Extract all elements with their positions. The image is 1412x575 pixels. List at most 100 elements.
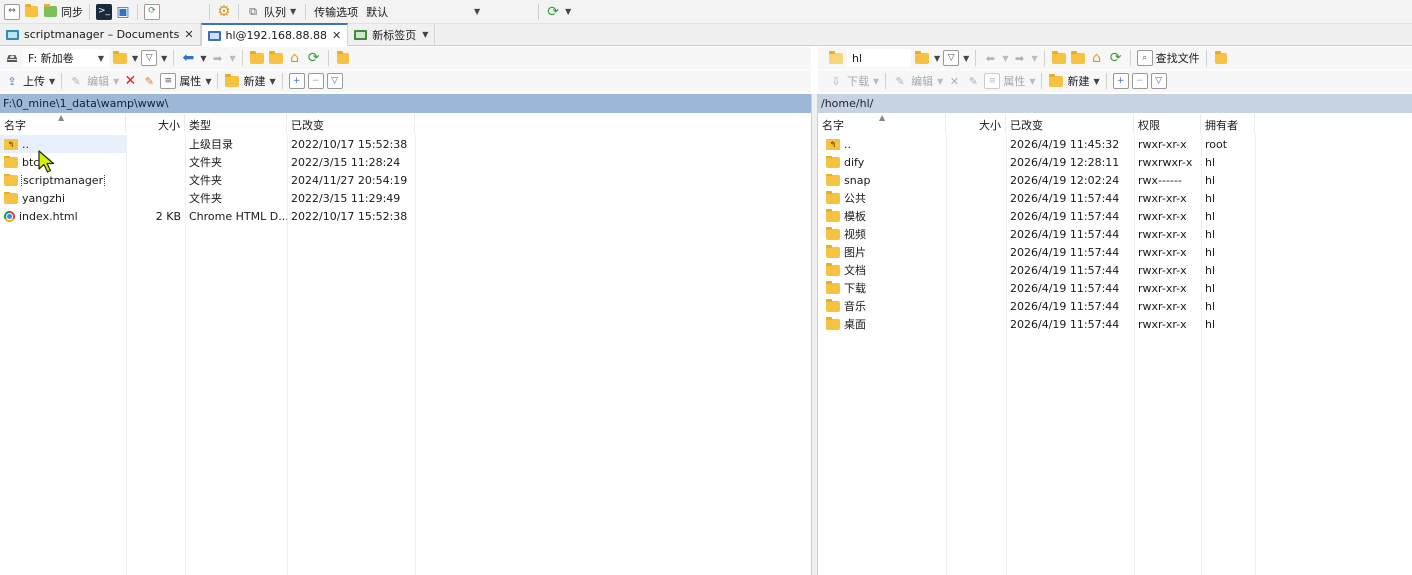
chevron-down-icon[interactable]: ▼ bbox=[200, 54, 206, 63]
chevron-down-icon[interactable]: ▼ bbox=[1093, 77, 1099, 86]
column-header-modified[interactable]: 已改变 bbox=[1006, 114, 1134, 133]
refresh-icon[interactable]: ⟳ bbox=[1108, 50, 1124, 66]
root-directory-icon[interactable] bbox=[1070, 50, 1086, 66]
queue-button[interactable]: 队列 bbox=[264, 4, 286, 20]
open-folder-icon[interactable] bbox=[914, 50, 930, 66]
putty-icon[interactable]: ▣ bbox=[115, 4, 131, 20]
upload-icon[interactable]: ⇪ bbox=[4, 73, 20, 89]
root-directory-icon[interactable] bbox=[268, 50, 284, 66]
remote-file-row[interactable]: 模板 2026/4/19 11:57:44 rwxr-xr-x hl bbox=[818, 207, 1412, 225]
remote-file-row[interactable]: 视频 2026/4/19 11:57:44 rwxr-xr-x hl bbox=[818, 225, 1412, 243]
delete-icon[interactable]: ✕ bbox=[946, 73, 962, 89]
local-path-bar[interactable]: F:\0_mine\1_data\wamp\www\ bbox=[0, 94, 811, 113]
open-folder-icon[interactable] bbox=[112, 50, 128, 66]
find-files-button[interactable]: 查找文件 bbox=[1156, 50, 1200, 66]
select-filter-icon[interactable]: ▽ bbox=[1150, 73, 1167, 89]
panel-splitter[interactable] bbox=[811, 94, 818, 575]
find-files-icon[interactable]: ⌕ bbox=[1136, 50, 1153, 66]
local-drive-select[interactable]: F: 新加卷 ▼ bbox=[23, 49, 109, 67]
local-file-row[interactable]: btc 文件夹 2022/3/15 11:28:24 bbox=[0, 153, 811, 171]
chevron-down-icon[interactable]: ▼ bbox=[934, 54, 940, 63]
chevron-down-icon[interactable]: ▼ bbox=[565, 7, 571, 16]
new-button[interactable]: 新建 bbox=[1067, 73, 1089, 89]
forward-arrow-icon[interactable]: ➡ bbox=[209, 50, 225, 66]
close-icon[interactable]: ✕ bbox=[184, 28, 193, 41]
tree-view-icon[interactable] bbox=[1213, 50, 1229, 66]
back-arrow-icon[interactable]: ⬅ bbox=[180, 50, 196, 66]
tab-hl-session[interactable]: hl@192.168.88.88 ✕ bbox=[200, 23, 349, 46]
properties-button[interactable]: 属性 bbox=[179, 73, 201, 89]
column-header-permissions[interactable]: 权限 bbox=[1134, 114, 1201, 133]
select-files-icon[interactable]: + bbox=[288, 73, 305, 89]
edit-icon[interactable]: ✎ bbox=[68, 73, 84, 89]
rename-icon[interactable]: ✎ bbox=[141, 73, 157, 89]
chevron-down-icon[interactable]: ▼ bbox=[1002, 54, 1008, 63]
column-header-size[interactable]: 大小 bbox=[126, 114, 185, 133]
local-file-row[interactable]: yangzhi 文件夹 2022/3/15 11:29:49 bbox=[0, 189, 811, 207]
upload-button[interactable]: 上传 bbox=[23, 73, 45, 89]
parent-directory-icon[interactable] bbox=[249, 50, 265, 66]
remote-file-row[interactable]: ↰ .. 2026/4/19 11:45:32 rwxr-xr-x root bbox=[818, 135, 1412, 153]
home-icon[interactable]: ⌂ bbox=[287, 50, 303, 66]
column-header-name[interactable]: ▲ 名字 bbox=[818, 113, 946, 133]
terminal-icon[interactable]: >_ bbox=[96, 3, 112, 20]
gear-icon[interactable]: ⚙ bbox=[216, 4, 232, 20]
close-icon[interactable]: ✕ bbox=[332, 29, 341, 42]
chevron-down-icon[interactable]: ▼ bbox=[963, 54, 969, 63]
download-icon[interactable]: ⇩ bbox=[828, 73, 844, 89]
column-header-type[interactable]: 类型 bbox=[185, 114, 287, 133]
local-file-row[interactable]: scriptmanager 文件夹 2024/11/27 20:54:19 bbox=[0, 171, 811, 189]
filter-icon[interactable]: ▽ bbox=[141, 50, 158, 66]
home-icon[interactable]: ⌂ bbox=[1089, 50, 1105, 66]
chevron-down-icon[interactable]: ▼ bbox=[873, 77, 879, 86]
sync-icon[interactable] bbox=[42, 4, 58, 20]
new-icon[interactable] bbox=[1048, 73, 1064, 89]
chevron-down-icon[interactable]: ▼ bbox=[422, 30, 428, 39]
back-arrow-icon[interactable]: ⬅ bbox=[982, 50, 998, 66]
remote-file-row[interactable]: dify 2026/4/19 12:28:11 rwxrwxr-x hl bbox=[818, 153, 1412, 171]
remote-file-row[interactable]: 桌面 2026/4/19 11:57:44 rwxr-xr-x hl bbox=[818, 315, 1412, 333]
unselect-files-icon[interactable]: − bbox=[307, 73, 324, 89]
chevron-down-icon[interactable]: ▼ bbox=[1029, 77, 1035, 86]
local-file-row[interactable]: index.html 2 KB Chrome HTML D... 2022/10… bbox=[0, 207, 811, 225]
remote-path-bar[interactable]: /home/hl/ bbox=[818, 94, 1412, 113]
edit-icon[interactable]: ✎ bbox=[892, 73, 908, 89]
chevron-down-icon[interactable]: ▼ bbox=[132, 54, 138, 63]
chevron-down-icon[interactable]: ▼ bbox=[161, 54, 167, 63]
queue-icon[interactable]: ⧉ bbox=[245, 4, 261, 20]
preferences-icon[interactable]: ⟳ bbox=[144, 3, 160, 20]
remote-file-row[interactable]: snap 2026/4/19 12:02:24 rwx------ hl bbox=[818, 171, 1412, 189]
chevron-down-icon[interactable]: ▼ bbox=[205, 77, 211, 86]
column-header-name[interactable]: ▲ 名字 bbox=[0, 113, 126, 133]
chevron-down-icon[interactable]: ▼ bbox=[49, 77, 55, 86]
remote-directory-select[interactable]: hl bbox=[847, 49, 911, 67]
select-filter-icon[interactable]: ▽ bbox=[326, 73, 343, 89]
filter-icon[interactable]: ▽ bbox=[943, 50, 960, 66]
parent-directory-icon[interactable] bbox=[1051, 50, 1067, 66]
compare-directories-icon[interactable]: ⇔ bbox=[4, 3, 20, 20]
local-file-row[interactable]: ↰ .. bbox=[0, 135, 126, 153]
new-button[interactable]: 新建 bbox=[243, 73, 265, 89]
tree-view-icon[interactable] bbox=[335, 50, 351, 66]
properties-button[interactable]: 属性 bbox=[1003, 73, 1025, 89]
sync-button[interactable]: 同步 bbox=[61, 4, 83, 20]
synchronize-browsing-icon[interactable] bbox=[23, 4, 39, 20]
rename-icon[interactable]: ✎ bbox=[965, 73, 981, 89]
remote-file-row[interactable]: 文档 2026/4/19 11:57:44 rwxr-xr-x hl bbox=[818, 261, 1412, 279]
chevron-down-icon[interactable]: ▼ bbox=[269, 77, 275, 86]
select-files-icon[interactable]: + bbox=[1112, 73, 1129, 89]
chevron-down-icon[interactable]: ▼ bbox=[937, 77, 943, 86]
chevron-down-icon[interactable]: ▼ bbox=[290, 7, 296, 16]
column-header-modified[interactable]: 已改变 bbox=[287, 114, 415, 133]
forward-arrow-icon[interactable]: ➡ bbox=[1011, 50, 1027, 66]
tab-scriptmanager[interactable]: scriptmanager – Documents ✕ bbox=[0, 23, 201, 46]
remote-file-row[interactable]: 音乐 2026/4/19 11:57:44 rwxr-xr-x hl bbox=[818, 297, 1412, 315]
tab-new[interactable]: 新标签页 ▼ bbox=[348, 23, 436, 46]
remote-file-row[interactable]: 下载 2026/4/19 11:57:44 rwxr-xr-x hl bbox=[818, 279, 1412, 297]
refresh-sync-icon[interactable]: ⟳ bbox=[545, 4, 561, 20]
column-header-size[interactable]: 大小 bbox=[946, 114, 1006, 133]
download-button[interactable]: 下载 bbox=[847, 73, 869, 89]
edit-button[interactable]: 编辑 bbox=[911, 73, 933, 89]
chevron-down-icon[interactable]: ▼ bbox=[229, 54, 235, 63]
properties-icon[interactable]: ≡ bbox=[984, 73, 1001, 89]
